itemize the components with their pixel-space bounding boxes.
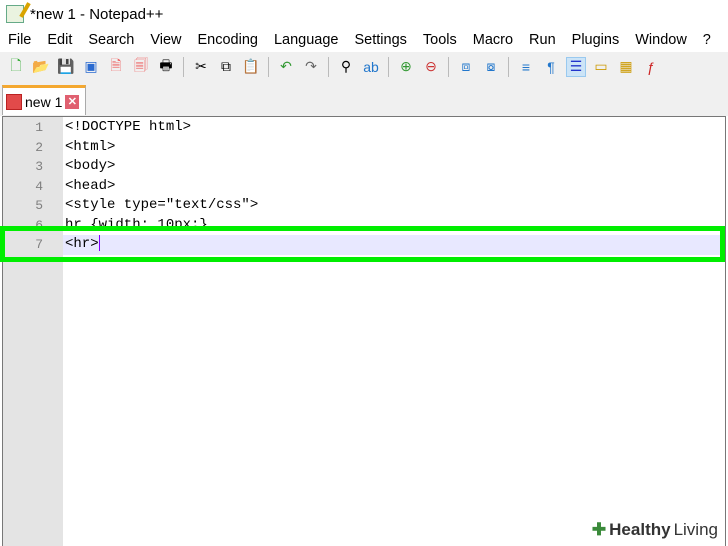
close-icon[interactable]: 🗎 <box>106 57 126 77</box>
editor[interactable]: 1 <!DOCTYPE html> 2 <html> 3 <body> 4 <head>… <box>2 116 726 546</box>
close-tab-icon[interactable]: ✕ <box>65 94 80 109</box>
close-all-icon[interactable]: 🗐 <box>131 57 151 77</box>
replace-icon[interactable]: ab <box>361 57 381 77</box>
menu-window[interactable]: Window <box>627 29 695 51</box>
find-icon[interactable]: ⚲ <box>336 57 356 77</box>
menu-macro[interactable]: Macro <box>465 29 521 51</box>
highlight-box <box>0 226 725 262</box>
line-number: 5 <box>35 198 43 213</box>
copy-icon[interactable]: ⧉ <box>216 57 236 77</box>
menu-encoding[interactable]: Encoding <box>190 29 266 51</box>
save-all-icon[interactable]: ▣ <box>81 57 101 77</box>
window-title: *new 1 - Notepad++ <box>30 5 164 23</box>
menu-bar: File Edit Search View Encoding Language … <box>0 29 719 51</box>
line-number: 2 <box>35 139 43 155</box>
code-line: 3 <body> <box>3 157 725 177</box>
menu-run[interactable]: Run <box>521 29 564 51</box>
tab-bar: new 1 ✕ <box>0 81 728 116</box>
paste-icon[interactable]: 📋 <box>241 57 261 77</box>
function-list-icon[interactable]: ƒ <box>641 57 661 77</box>
cross-icon: ✚ <box>591 520 607 539</box>
sync-vertical-icon[interactable]: ⧈ <box>456 57 476 77</box>
menu-edit[interactable]: Edit <box>39 29 80 51</box>
code-line: 1 <!DOCTYPE html> <box>3 118 725 138</box>
sync-horizontal-icon[interactable]: ⧇ <box>481 57 501 77</box>
line-number: 1 <box>35 120 43 135</box>
udl-icon[interactable]: ▭ <box>591 57 611 77</box>
line-text: <html> <box>65 138 116 155</box>
line-number: 4 <box>35 178 43 194</box>
code-line: 4 <head> <box>3 177 725 197</box>
new-file-icon[interactable]: 🗋 <box>6 57 26 77</box>
toolbar-separator <box>388 56 389 77</box>
zoom-out-icon[interactable]: ⊖ <box>421 57 441 77</box>
notepadpp-icon <box>6 5 24 23</box>
menu-search[interactable]: Search <box>80 29 142 51</box>
line-text: <head> <box>65 177 116 194</box>
line-text: <style type="text/css"> <box>65 197 259 213</box>
save-icon[interactable]: 💾 <box>56 57 76 77</box>
line-text: <body> <box>65 158 116 174</box>
menu-language[interactable]: Language <box>266 29 347 51</box>
toolbar-separator <box>448 56 449 77</box>
line-text: <!DOCTYPE html> <box>65 119 192 135</box>
show-all-chars-icon[interactable]: ¶ <box>541 57 561 77</box>
title-bar: *new 1 - Notepad++ <box>0 0 728 28</box>
menu-help[interactable]: ? <box>695 29 719 51</box>
toolbar-separator <box>268 56 269 77</box>
menu-view[interactable]: View <box>142 29 189 51</box>
line-number: 3 <box>35 159 43 174</box>
watermark-bold: Healthy <box>609 520 671 539</box>
print-icon[interactable]: 🖶 <box>156 57 176 77</box>
toolbar: 🗋 📂 💾 ▣ 🗎 🗐 🖶 ✂ ⧉ 📋 ↶ ↷ ⚲ ab ⊕ ⊖ ⧈ ⧇ ≡ ¶… <box>0 52 728 81</box>
menu-settings[interactable]: Settings <box>346 29 414 51</box>
unsaved-file-icon <box>6 93 22 110</box>
redo-icon[interactable]: ↷ <box>301 57 321 77</box>
toolbar-separator <box>508 56 509 77</box>
menu-plugins[interactable]: Plugins <box>564 29 628 51</box>
code-line: 2 <html> <box>3 138 725 158</box>
watermark: ✚ Healthy Living <box>585 518 724 542</box>
watermark-light: Living <box>673 520 718 539</box>
menu-file[interactable]: File <box>0 29 39 51</box>
tab-label: new 1 <box>25 93 63 110</box>
toolbar-separator <box>183 56 184 77</box>
zoom-in-icon[interactable]: ⊕ <box>396 57 416 77</box>
doc-map-icon[interactable]: ▦ <box>616 57 636 77</box>
code-line: 5 <style type="text/css"> <box>3 196 725 216</box>
indent-guide-icon[interactable]: ☰ <box>566 56 586 77</box>
tab-new-1[interactable]: new 1 ✕ <box>2 85 86 115</box>
toolbar-separator <box>328 56 329 77</box>
open-icon[interactable]: 📂 <box>31 57 51 77</box>
menu-tools[interactable]: Tools <box>415 29 465 51</box>
undo-icon[interactable]: ↶ <box>276 57 296 77</box>
word-wrap-icon[interactable]: ≡ <box>516 57 536 77</box>
cut-icon[interactable]: ✂ <box>191 57 211 77</box>
